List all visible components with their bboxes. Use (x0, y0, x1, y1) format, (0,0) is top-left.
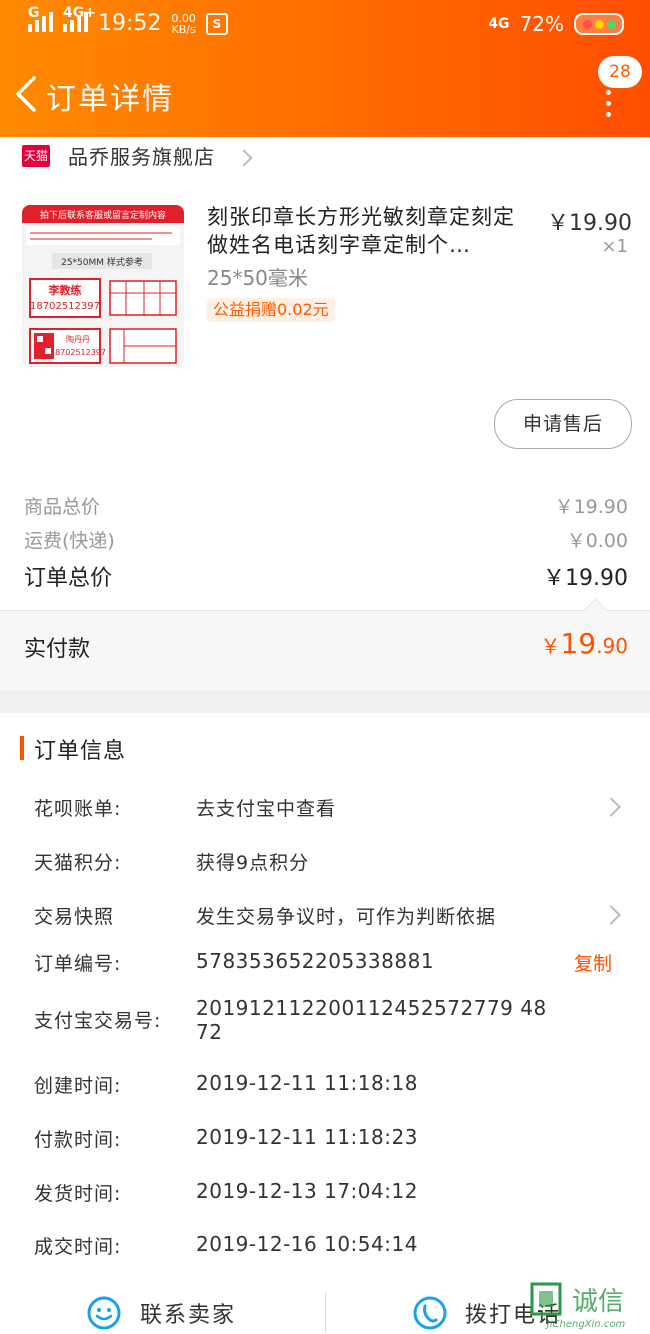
order-total-value: ￥19.90 (543, 566, 628, 591)
battery-icon (574, 13, 624, 35)
info-key: 订单编号: (34, 953, 122, 975)
goods-total-label: 商品总价 (24, 496, 101, 518)
order-total-row: 订单总价 ￥19.90 (24, 560, 628, 591)
alipay-trade-number-line-1: 201912112200112452572779 48 (196, 996, 547, 1020)
product-thumbnail[interactable]: 拍下后联系客服或留言定制内容 25*50MM 样式参考 李教练 18702512… (22, 205, 184, 367)
chevron-right-icon (601, 797, 621, 817)
divider (325, 1293, 326, 1333)
order-total-label: 订单总价 (24, 566, 113, 591)
chevron-right-icon (601, 905, 621, 925)
chevron-right-icon (235, 149, 253, 167)
info-key: 创建时间: (34, 1075, 122, 1097)
alipay-trade-number-line-2: 72 (196, 1020, 223, 1044)
chat-smile-icon (87, 1296, 121, 1330)
info-value: 2019-12-13 17:04:12 (196, 1179, 418, 1203)
goods-total-value: ￥19.90 (554, 496, 628, 518)
paid-amount: ￥19.90 (541, 627, 628, 660)
info-key: 发货时间: (34, 1183, 122, 1205)
info-value: 2019-12-11 11:18:23 (196, 1125, 418, 1149)
watermark-en: JiChengXin.com (545, 1319, 626, 1330)
network-right-label: 4G (488, 16, 510, 32)
product-spec: 25*50毫米 (207, 266, 308, 290)
network-4g-label: 4G+ (63, 5, 96, 21)
thumb-phone-2: 18702512397 (50, 348, 106, 357)
shipping-label: 运费(快递) (24, 530, 115, 552)
net-speed: 0.00 KB/s (171, 13, 196, 35)
nav-bar: 订单详情 28 (0, 56, 650, 132)
info-key: 交易快照 (34, 906, 115, 928)
tmall-logo: 天猫 (22, 145, 50, 167)
order-info-title: 订单信息 (34, 739, 127, 764)
info-key: 成交时间: (34, 1236, 122, 1258)
watermark-icon: 诚信 JiChengXin.com (530, 1282, 626, 1330)
paid-amount-section: 实付款 ￥19.90 (0, 598, 650, 691)
page-title: 订单详情 (46, 82, 174, 117)
watermark-logo: 诚信 JiChengXin.com (526, 1282, 644, 1330)
info-value: 2019-12-16 10:54:14 (196, 1232, 418, 1256)
copy-button[interactable]: 复制 (574, 949, 612, 976)
shop-row[interactable]: 天猫 品乔服务旗舰店 (0, 137, 650, 177)
net-speed-unit: KB/s (171, 22, 196, 36)
message-count-badge[interactable]: 28 (598, 56, 642, 88)
thumb-name-2: 陶丹丹 (66, 334, 90, 344)
info-value: 发生交易争议时，可作为判断依据 (196, 906, 497, 928)
signal-icon: G (28, 6, 53, 37)
app-notification-icon: S (205, 12, 228, 35)
paid-integer: 19 (560, 627, 597, 660)
back-arrow-icon[interactable] (10, 74, 44, 114)
product-price: ￥19.90 (547, 211, 632, 236)
shipping-row: 运费(快递) ￥0.00 (24, 526, 628, 556)
thumb-banner: 拍下后联系客服或留言定制内容 (40, 209, 166, 221)
thumb-name-1: 李教练 (48, 283, 82, 297)
phone-icon (413, 1296, 447, 1330)
info-key: 天猫积分: (34, 852, 122, 874)
product-quantity: ×1 (601, 236, 628, 257)
notch (583, 598, 608, 623)
stamp-sample-image: 拍下后联系客服或留言定制内容 25*50MM 样式参考 李教练 18702512… (22, 205, 184, 367)
paid-label: 实付款 (24, 637, 91, 662)
info-value: 2019-12-11 11:18:18 (196, 1071, 418, 1095)
shop-name[interactable]: 品乔服务旗舰店 (68, 141, 215, 170)
info-key: 花呗账单: (34, 798, 122, 820)
charity-tag: 公益捐赠0.02元 (207, 298, 335, 322)
paid-currency: ￥ (540, 634, 561, 658)
thumb-size-label: 25*50MM 样式参考 (61, 256, 143, 268)
goods-total-row: 商品总价 ￥19.90 (24, 492, 628, 522)
info-value: 获得9点积分 (196, 852, 310, 874)
after-sale-button[interactable]: 申请售后 (494, 399, 632, 449)
info-key: 付款时间: (34, 1129, 122, 1151)
info-value: 去支付宝中查看 (196, 798, 337, 820)
header: G 4G+ 19:52 0.00 KB/s S 4G 72% 订单详情 28 (0, 0, 650, 137)
shipping-value: ￥0.00 (566, 530, 628, 552)
accent-bar (20, 736, 24, 760)
more-icon[interactable] (606, 90, 612, 117)
network-type-label: G (28, 5, 40, 21)
section-divider (0, 690, 650, 713)
info-key: 支付宝交易号: (34, 1010, 162, 1032)
status-bar: G 4G+ 19:52 0.00 KB/s S 4G 72% (0, 0, 650, 50)
clock: 19:52 (98, 11, 162, 36)
battery-label: 72% (519, 12, 564, 36)
watermark-cn: 诚信 (572, 1287, 624, 1317)
product-title[interactable]: 刻张印章长方形光敏刻章定刻定做姓名电话刻字章定制个… (207, 203, 517, 259)
thumb-phone-1: 18702512397 (30, 301, 100, 312)
signal-icon-2: 4G+ (63, 6, 96, 37)
contact-seller-button[interactable]: 联系卖家 (140, 1297, 236, 1329)
order-number: 578353652205338881 (196, 949, 435, 973)
paid-decimal: .90 (596, 634, 628, 658)
